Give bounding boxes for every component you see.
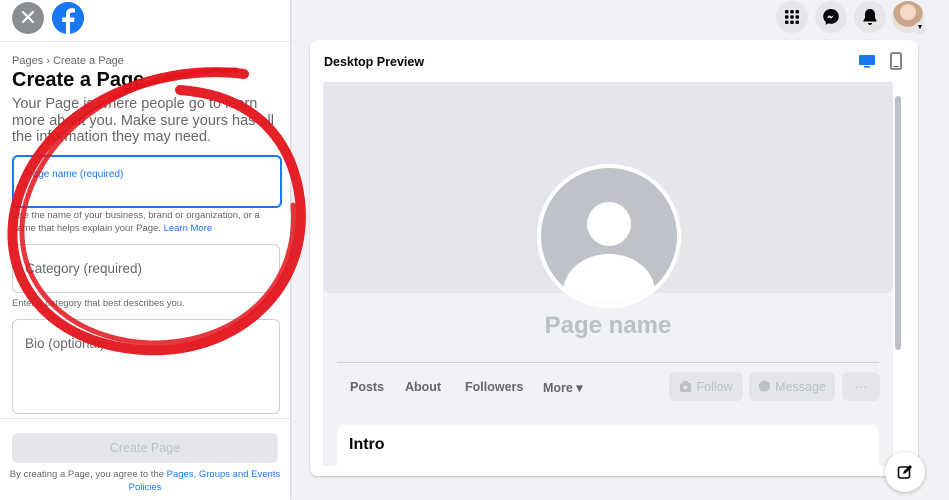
messenger-icon [823,9,839,25]
page-name-field[interactable]: Page name (required) [12,155,282,208]
category-helper: Enter a category that best describes you… [12,298,185,309]
page-name-helper-text: Use the name of your business, brand or … [12,210,260,234]
tab-more[interactable]: More ▾ [543,380,583,395]
facebook-logo[interactable] [52,2,84,34]
header-divider [0,41,290,42]
message-label: Message [775,379,826,394]
page-name-helper: Use the name of your business, brand or … [12,209,278,235]
more-options-button[interactable]: ··· [842,372,880,401]
follow-button[interactable]: Follow [669,372,743,401]
tab-followers[interactable]: Followers [465,380,523,394]
bio-placeholder: Bio (optional) [25,336,105,351]
facebook-icon [52,2,84,34]
create-page-button[interactable]: Create Page [12,433,278,463]
account-chevron-icon[interactable]: ▼ [914,22,926,34]
learn-more-link[interactable]: Learn More [164,223,213,234]
page-name-label: Page name (required) [26,169,124,180]
profile-picture [537,164,681,308]
close-icon: ✕ [18,5,38,30]
close-button[interactable]: ✕ [12,2,44,34]
footer-divider [0,418,290,419]
preview-card: Desktop Preview Page name Posts About Fo… [310,40,918,476]
page-preview: Page name Posts About Followers More ▾ F… [323,82,893,466]
message-button[interactable]: Message [749,372,835,401]
notifications-button[interactable] [854,1,886,33]
tab-about[interactable]: About [405,380,441,394]
category-field[interactable]: Category (required) [12,244,280,293]
follow-label: Follow [696,379,733,394]
terms-prefix: By creating a Page, you agree to the [9,469,165,480]
tabs-divider [337,362,879,363]
preview-title: Desktop Preview [324,55,425,69]
follow-icon [680,381,692,392]
bell-icon [863,9,877,25]
breadcrumb: Pages › Create a Page [12,55,124,67]
intro-title: Intro [349,436,385,453]
desktop-icon[interactable] [858,54,876,69]
messenger-icon [758,380,771,393]
new-message-button[interactable] [885,452,925,492]
bio-field[interactable]: Bio (optional) [12,319,280,414]
create-page-panel: ✕ Pages › Create a Page Create a Page Yo… [0,0,290,500]
intro-card: Intro [337,425,879,466]
page-description: Your Page is where people go to learn mo… [12,96,274,145]
messenger-button[interactable] [815,1,847,33]
scroll-thumb[interactable] [895,96,901,350]
terms-text: By creating a Page, you agree to the Pag… [6,468,284,494]
mobile-icon[interactable] [890,52,902,70]
menu-button[interactable] [776,1,808,33]
compose-icon [897,465,912,479]
preview-page-name: Page name [544,312,672,339]
grid-menu-icon [785,10,799,24]
preview-scrollbar[interactable] [894,86,902,462]
page-title: Create a Page [12,69,145,91]
tab-posts[interactable]: Posts [350,380,384,394]
profile-placeholder-icon [563,202,655,304]
category-placeholder: Category (required) [25,261,143,276]
